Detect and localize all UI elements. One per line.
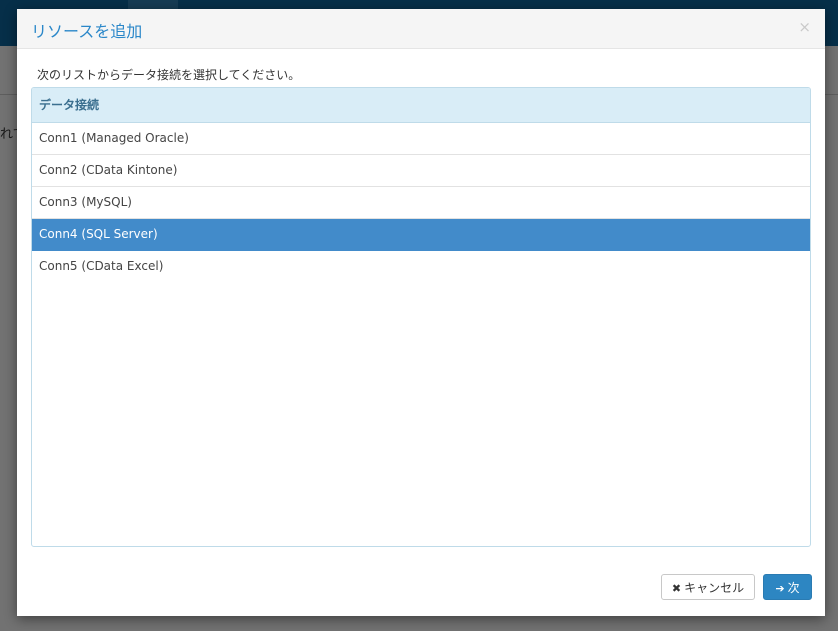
- list-item[interactable]: Conn2 (CData Kintone): [32, 155, 810, 187]
- dialog-header: リソースを追加 ×: [17, 9, 825, 49]
- list-item[interactable]: Conn5 (CData Excel): [32, 251, 810, 282]
- list-item[interactable]: Conn3 (MySQL): [32, 187, 810, 219]
- next-button-label: 次: [787, 581, 800, 595]
- list-item[interactable]: Conn1 (Managed Oracle): [32, 123, 810, 155]
- cancel-button[interactable]: ✖ キャンセル: [661, 574, 755, 600]
- data-connection-list: データ接続 Conn1 (Managed Oracle) Conn2 (CDat…: [31, 87, 811, 547]
- close-icon: ✖: [671, 582, 682, 595]
- cancel-button-label: キャンセル: [684, 581, 745, 595]
- add-resource-dialog: リソースを追加 × 次のリストからデータ接続を選択してください。 データ接続 C…: [17, 9, 825, 616]
- arrow-right-icon: ➔: [775, 582, 785, 595]
- next-button[interactable]: ➔ 次: [763, 574, 812, 600]
- list-header: データ接続: [32, 88, 810, 123]
- list-item-selected[interactable]: Conn4 (SQL Server): [32, 219, 810, 251]
- close-icon[interactable]: ×: [798, 18, 811, 36]
- instruction-text: 次のリストからデータ接続を選択してください。: [37, 68, 301, 82]
- dialog-title: リソースを追加: [31, 22, 143, 41]
